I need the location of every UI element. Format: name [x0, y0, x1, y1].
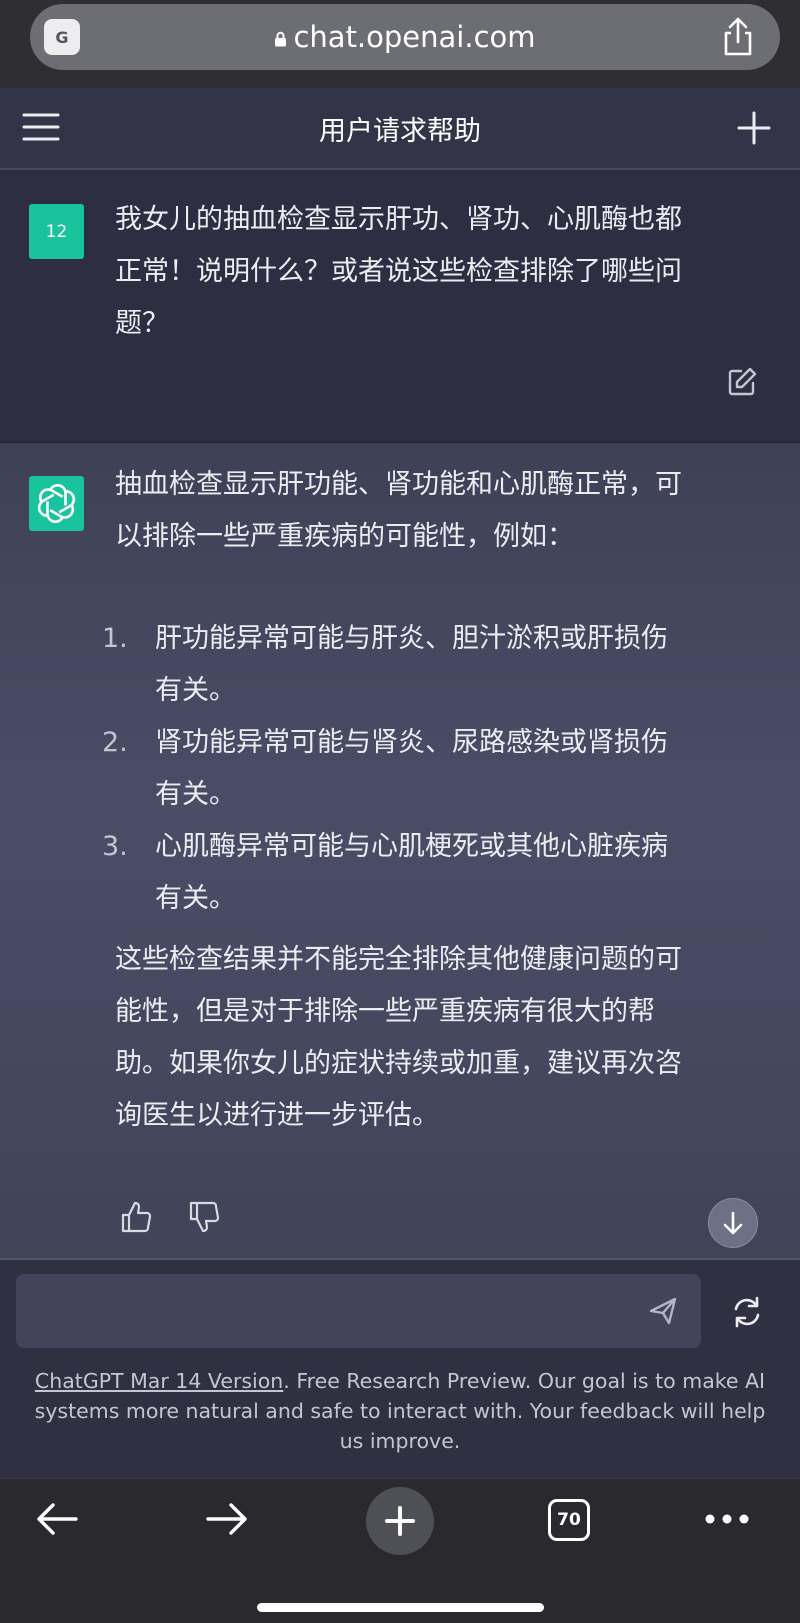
list-number: 3. — [102, 831, 128, 862]
tabs-count-button[interactable]: 70 — [548, 1499, 590, 1541]
list-item: 2. 肾功能异常可能与肾炎、尿路感染或肾损伤 有关。 — [100, 717, 760, 821]
list-line: 肾功能异常可能与肾炎、尿路感染或肾损伤 — [155, 727, 668, 758]
message-line: 询医生以进行进一步评估。 — [115, 1100, 439, 1131]
version-link[interactable]: ChatGPT Mar 14 Version — [35, 1369, 283, 1393]
arrow-down-icon — [723, 1211, 743, 1235]
user-message: 12 我女儿的抽血检查显示肝功、肾功、心肌酶也都 正常！说明什么？或者说这些检查… — [0, 170, 800, 443]
openai-logo-icon — [37, 484, 76, 523]
home-indicator[interactable] — [257, 1603, 544, 1612]
list-item: 1. 肝功能异常可能与肝炎、胆汁淤积或肝损伤 有关。 — [100, 613, 760, 717]
composer: ChatGPT Mar 14 Version. Free Research Pr… — [0, 1260, 800, 1478]
list-line: 肝功能异常可能与肝炎、胆汁淤积或肝损伤 — [155, 623, 668, 654]
list-number: 2. — [102, 727, 128, 758]
user-message-text: 我女儿的抽血检查显示肝功、肾功、心肌酶也都 正常！说明什么？或者说这些检查排除了… — [115, 194, 755, 350]
send-icon[interactable] — [648, 1296, 678, 1326]
message-input[interactable] — [16, 1274, 701, 1348]
thumbs-up-icon[interactable] — [120, 1200, 152, 1234]
url-display[interactable]: chat.openai.com — [30, 4, 780, 70]
list-line: 心肌酶异常可能与心肌梗死或其他心脏疾病 — [155, 831, 668, 862]
more-options-icon[interactable] — [704, 1513, 750, 1525]
plus-icon[interactable] — [736, 110, 772, 146]
edit-icon[interactable] — [726, 366, 758, 398]
message-line: 我女儿的抽血检查显示肝功、肾功、心肌酶也都 — [115, 204, 682, 235]
message-line: 正常！说明什么？或者说这些检查排除了哪些问 — [115, 256, 682, 287]
back-arrow-icon[interactable] — [36, 1501, 78, 1537]
plus-icon — [385, 1506, 415, 1536]
app-header: 用户请求帮助 — [0, 88, 800, 170]
browser-toolbar: 70 — [0, 1478, 800, 1623]
url-text: chat.openai.com — [293, 20, 536, 54]
list-line: 有关。 — [155, 883, 236, 914]
message-line: 能性，但是对于排除一些严重疾病有很大的帮 — [115, 996, 655, 1027]
new-tab-button[interactable] — [366, 1487, 434, 1555]
message-line: 这些检查结果并不能完全排除其他健康问题的可 — [115, 944, 682, 975]
message-line: 以排除一些严重疾病的可能性，例如： — [115, 521, 574, 552]
list-number: 1. — [102, 623, 128, 654]
scroll-to-bottom-button[interactable] — [708, 1198, 758, 1248]
message-line: 助。如果你女儿的症状持续或加重，建议再次咨 — [115, 1048, 682, 1079]
url-field[interactable]: G chat.openai.com — [30, 4, 780, 70]
user-avatar: 12 — [29, 204, 84, 259]
assistant-conclusion: 这些检查结果并不能完全排除其他健康问题的可 能性，但是对于排除一些严重疾病有很大… — [115, 934, 755, 1142]
list-item: 3. 心肌酶异常可能与心肌梗死或其他心脏疾病 有关。 — [100, 821, 760, 925]
numbered-list: 1. 肝功能异常可能与肝炎、胆汁淤积或肝损伤 有关。 2. 肾功能异常可能与肾炎… — [100, 613, 760, 925]
browser-address-bar: G chat.openai.com — [0, 0, 800, 88]
share-icon[interactable] — [718, 16, 758, 58]
list-line: 有关。 — [155, 675, 236, 706]
thumbs-down-icon[interactable] — [188, 1200, 220, 1234]
message-line: 抽血检查显示肝功能、肾功能和心肌酶正常，可 — [115, 469, 682, 500]
disclaimer-text: ChatGPT Mar 14 Version. Free Research Pr… — [20, 1366, 780, 1456]
forward-arrow-icon[interactable] — [206, 1501, 248, 1537]
chatgpt-avatar — [29, 476, 84, 531]
page-title: 用户请求帮助 — [319, 115, 481, 147]
assistant-message: 抽血检查显示肝功能、肾功能和心肌酶正常，可 以排除一些严重疾病的可能性，例如： … — [0, 443, 800, 1260]
lock-icon — [275, 31, 287, 47]
message-line: 题？ — [115, 308, 169, 339]
regenerate-icon[interactable] — [730, 1295, 764, 1329]
list-line: 有关。 — [155, 779, 236, 810]
assistant-intro: 抽血检查显示肝功能、肾功能和心肌酶正常，可 以排除一些严重疾病的可能性，例如： — [115, 459, 755, 563]
